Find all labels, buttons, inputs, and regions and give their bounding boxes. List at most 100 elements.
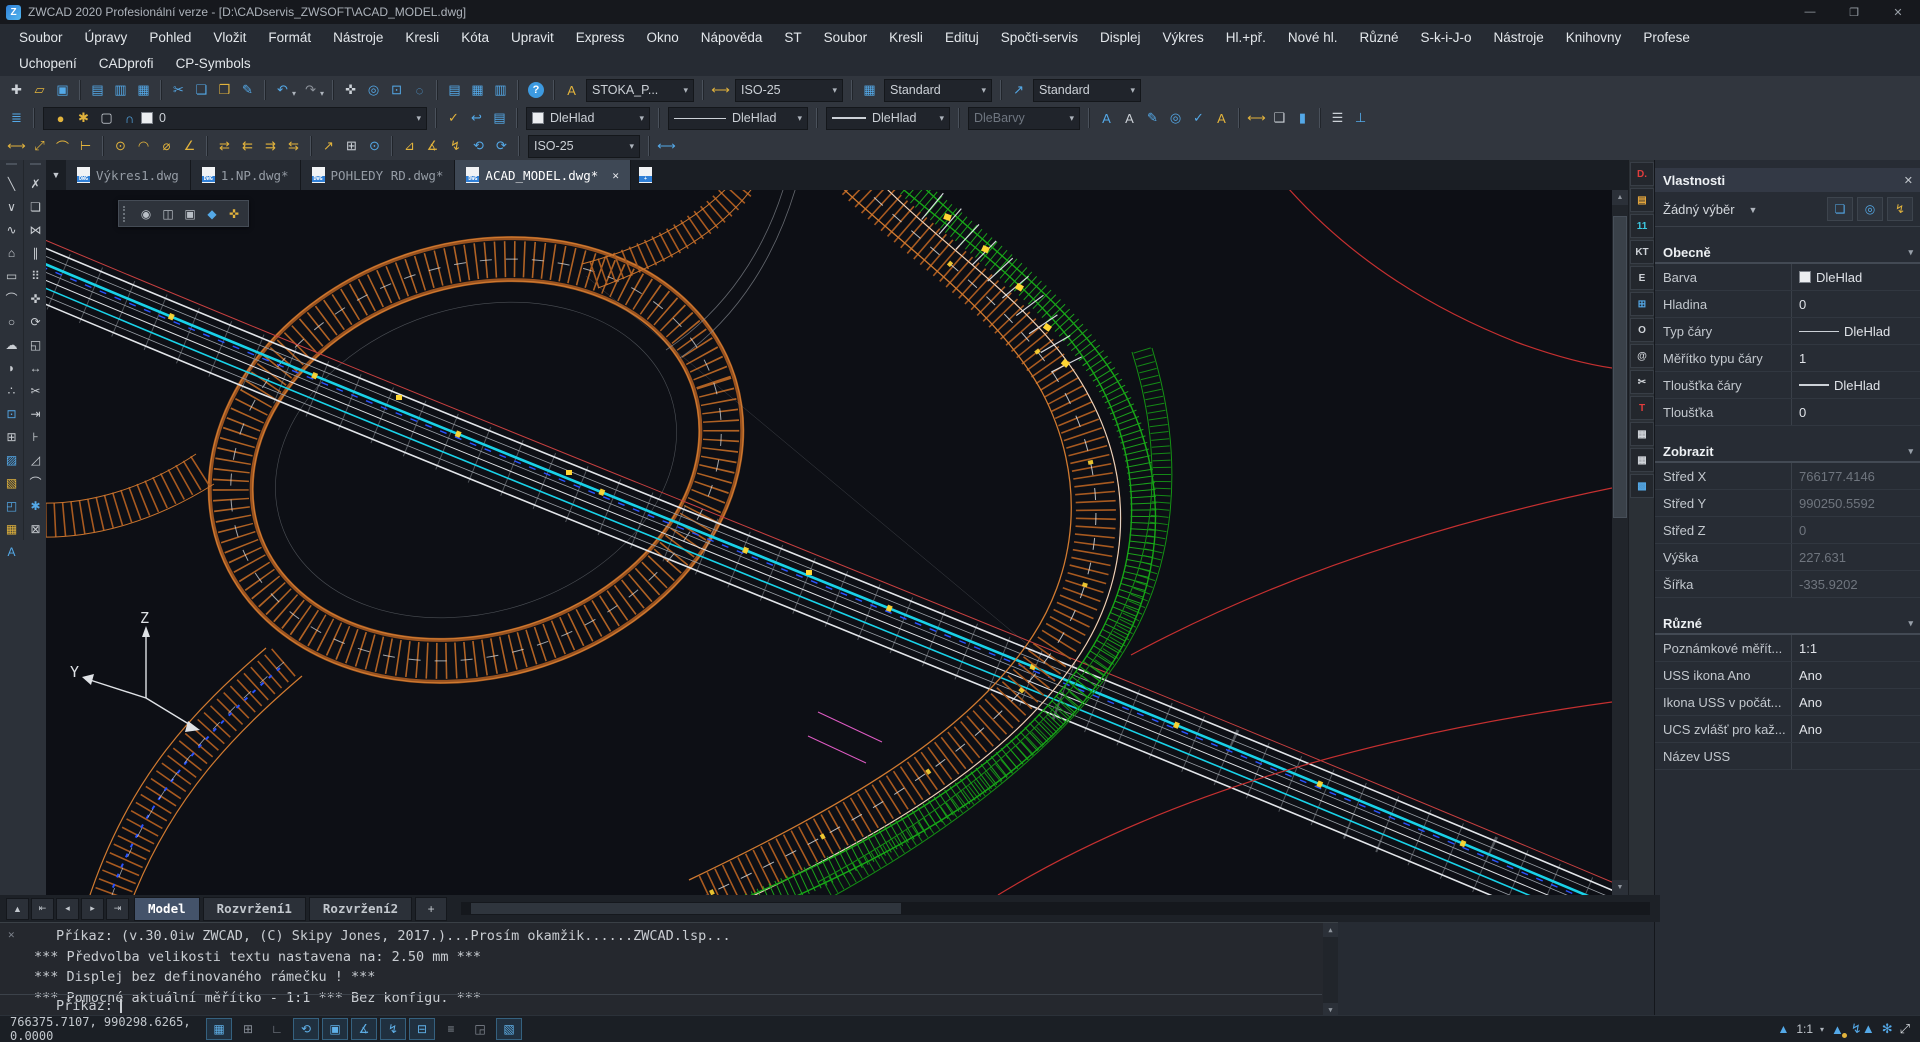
stretch-icon[interactable]: ↔: [24, 356, 47, 379]
line-icon[interactable]: ╲: [0, 172, 23, 195]
chevron-down-icon[interactable]: ▾: [1908, 247, 1913, 258]
layer-on-icon[interactable]: ●: [49, 107, 72, 129]
table-style-combo[interactable]: Standard▾: [884, 79, 992, 102]
chevron-down-icon[interactable]: ▾: [1125, 85, 1136, 96]
chevron-down-icon[interactable]: ▾: [791, 113, 802, 124]
view-control-icon[interactable]: ◉: [136, 204, 156, 224]
break-icon[interactable]: ⊦: [24, 425, 47, 448]
linetype-control-combo[interactable]: DleHlad▾: [668, 107, 808, 130]
offset-icon[interactable]: ∥: [24, 241, 47, 264]
shaded-view-icon[interactable]: ◆: [202, 204, 222, 224]
settings-gear-icon[interactable]: ✻: [1882, 1021, 1893, 1037]
open-file-icon[interactable]: ▱: [28, 79, 51, 101]
insert-block-icon[interactable]: ⊡: [0, 402, 23, 425]
document-tab-v-kres1-dwg[interactable]: DWGVýkres1.dwg: [66, 160, 191, 190]
new-tab-button[interactable]: +: [631, 160, 660, 190]
menu-item-s-k-i-j-o[interactable]: S-k-i-J-o: [1409, 30, 1482, 45]
cadprofi-cut-icon[interactable]: ✂: [1630, 370, 1654, 394]
tool-palettes-icon[interactable]: ▥: [489, 79, 512, 101]
region-icon[interactable]: ◰: [0, 494, 23, 517]
auto-annotation-icon[interactable]: ↯▲: [1851, 1021, 1875, 1037]
maximize-button-icon[interactable]: ❐: [1832, 0, 1876, 24]
layer-lock-icon[interactable]: ∩: [118, 107, 141, 129]
canvas-vertical-scrollbar[interactable]: ▲ ▼: [1612, 190, 1628, 895]
property-value[interactable]: DleHlad: [1792, 264, 1920, 290]
menu-item-soubor[interactable]: Soubor: [8, 30, 74, 45]
cadprofi-t-icon[interactable]: T: [1630, 396, 1654, 420]
menu-item-soubor[interactable]: Soubor: [813, 30, 879, 45]
cut-icon[interactable]: ✂: [167, 79, 190, 101]
cadprofi-11-icon[interactable]: 11: [1630, 214, 1654, 238]
rectangle-icon[interactable]: ▭: [0, 264, 23, 287]
chamfer-icon[interactable]: ◿: [24, 448, 47, 471]
array-icon[interactable]: ⠿: [24, 264, 47, 287]
property-value[interactable]: Ano: [1792, 662, 1920, 688]
make-block-icon[interactable]: ⊞: [0, 425, 23, 448]
isometric-toggle[interactable]: ▧: [496, 1018, 522, 1040]
revcloud-icon[interactable]: ☁: [0, 333, 23, 356]
mtext-icon[interactable]: A: [1095, 107, 1118, 129]
chevron-down-icon[interactable]: ▾: [976, 85, 987, 96]
scroll-up-icon[interactable]: ▲: [1323, 923, 1338, 937]
menu-toggle[interactable]: ≡: [438, 1018, 464, 1040]
dim-baseline-icon[interactable]: ⇇: [236, 135, 259, 157]
dim-angular-icon[interactable]: ∠: [178, 135, 201, 157]
menu-item-st[interactable]: ST: [773, 30, 812, 45]
menu-item-n-stroje[interactable]: Nástroje: [1482, 30, 1554, 45]
zoom-realtime-icon[interactable]: ◎: [362, 79, 385, 101]
menu-item-displej[interactable]: Displej: [1089, 30, 1152, 45]
text-style-combo[interactable]: STOKA_P...▾: [586, 79, 694, 102]
document-tab-pohledy-rd-dwg[interactable]: DWGPOHLEDY RD.dwg*: [301, 160, 456, 190]
new-file-icon[interactable]: ✚: [5, 79, 28, 101]
dim-jogged-icon[interactable]: ◠: [132, 135, 155, 157]
gradient-icon[interactable]: ▧: [0, 471, 23, 494]
dim-space-icon[interactable]: ⇆: [282, 135, 305, 157]
polar-toggle[interactable]: ⟲: [293, 1018, 319, 1040]
explode-icon[interactable]: ✱: [24, 494, 47, 517]
layer-states-icon[interactable]: ▤: [488, 107, 511, 129]
tab-close-icon[interactable]: ✕: [612, 169, 619, 182]
scrollbar-thumb[interactable]: [1613, 216, 1627, 518]
menu-item-form-t[interactable]: Formát: [257, 30, 322, 45]
document-tab-acad-model-dwg[interactable]: DWGACAD_MODEL.dwg*✕: [455, 160, 631, 190]
table-icon[interactable]: ▦: [0, 517, 23, 540]
lineweight-control-combo[interactable]: DleHlad▾: [826, 107, 950, 130]
text-style-manager-icon[interactable]: A: [1210, 107, 1233, 129]
selection-dropdown[interactable]: Žádný výběr: [1663, 202, 1735, 217]
close-button-icon[interactable]: ✕: [1876, 0, 1920, 24]
zoom-window-icon[interactable]: ⊡: [385, 79, 408, 101]
point-icon[interactable]: ∴: [0, 379, 23, 402]
toolbar-grip[interactable]: [30, 163, 41, 170]
dynamic-ucs-toggle[interactable]: ↯: [380, 1018, 406, 1040]
make-layer-current-icon[interactable]: ✓: [442, 107, 465, 129]
section-header-obecn[interactable]: Obecně▾: [1655, 243, 1920, 264]
menu-item-hl-p[interactable]: Hl.+př.: [1215, 30, 1277, 45]
move-icon[interactable]: ✜: [24, 287, 47, 310]
erase-icon[interactable]: ✗: [24, 172, 47, 195]
dim-linear-icon[interactable]: ⟷: [5, 135, 28, 157]
plot-preview-icon[interactable]: ▤: [86, 79, 109, 101]
layout-nav-4-icon[interactable]: ⇥: [106, 898, 129, 920]
match-properties-icon[interactable]: ✎: [236, 79, 259, 101]
toolbar-grip[interactable]: [123, 206, 130, 222]
layer-freeze-icon[interactable]: ✱: [72, 107, 95, 129]
wireframe-icon[interactable]: ◫: [158, 204, 178, 224]
layout-tab-rozvr-en-2[interactable]: Rozvržení2: [309, 897, 412, 921]
cadprofi-layers-icon[interactable]: ▤: [1630, 188, 1654, 212]
dim-oblique-icon[interactable]: ⊿: [398, 135, 421, 157]
chevron-down-icon[interactable]: ▾: [633, 113, 644, 124]
command-close-icon[interactable]: ✕: [8, 928, 15, 941]
chevron-down-icon[interactable]: ▾: [623, 141, 634, 152]
list-icon[interactable]: ☰: [1326, 107, 1349, 129]
dim-text-angle-icon[interactable]: ∡: [421, 135, 444, 157]
spline-icon[interactable]: ∿: [0, 218, 23, 241]
menu-item-v-kres[interactable]: Výkres: [1152, 30, 1215, 45]
chevron-down-icon[interactable]: ▾: [292, 89, 296, 98]
menu-item-edituj[interactable]: Edituj: [934, 30, 990, 45]
layer-plot-icon[interactable]: ▢: [95, 107, 118, 129]
spell-check-icon[interactable]: ◎: [1164, 107, 1187, 129]
chevron-down-icon[interactable]: ▼: [1749, 205, 1758, 215]
cadprofi-d-icon[interactable]: D.: [1630, 162, 1654, 186]
dim-aligned-icon[interactable]: ⤢: [28, 135, 51, 157]
section-header-r-zn[interactable]: Různé▾: [1655, 614, 1920, 635]
